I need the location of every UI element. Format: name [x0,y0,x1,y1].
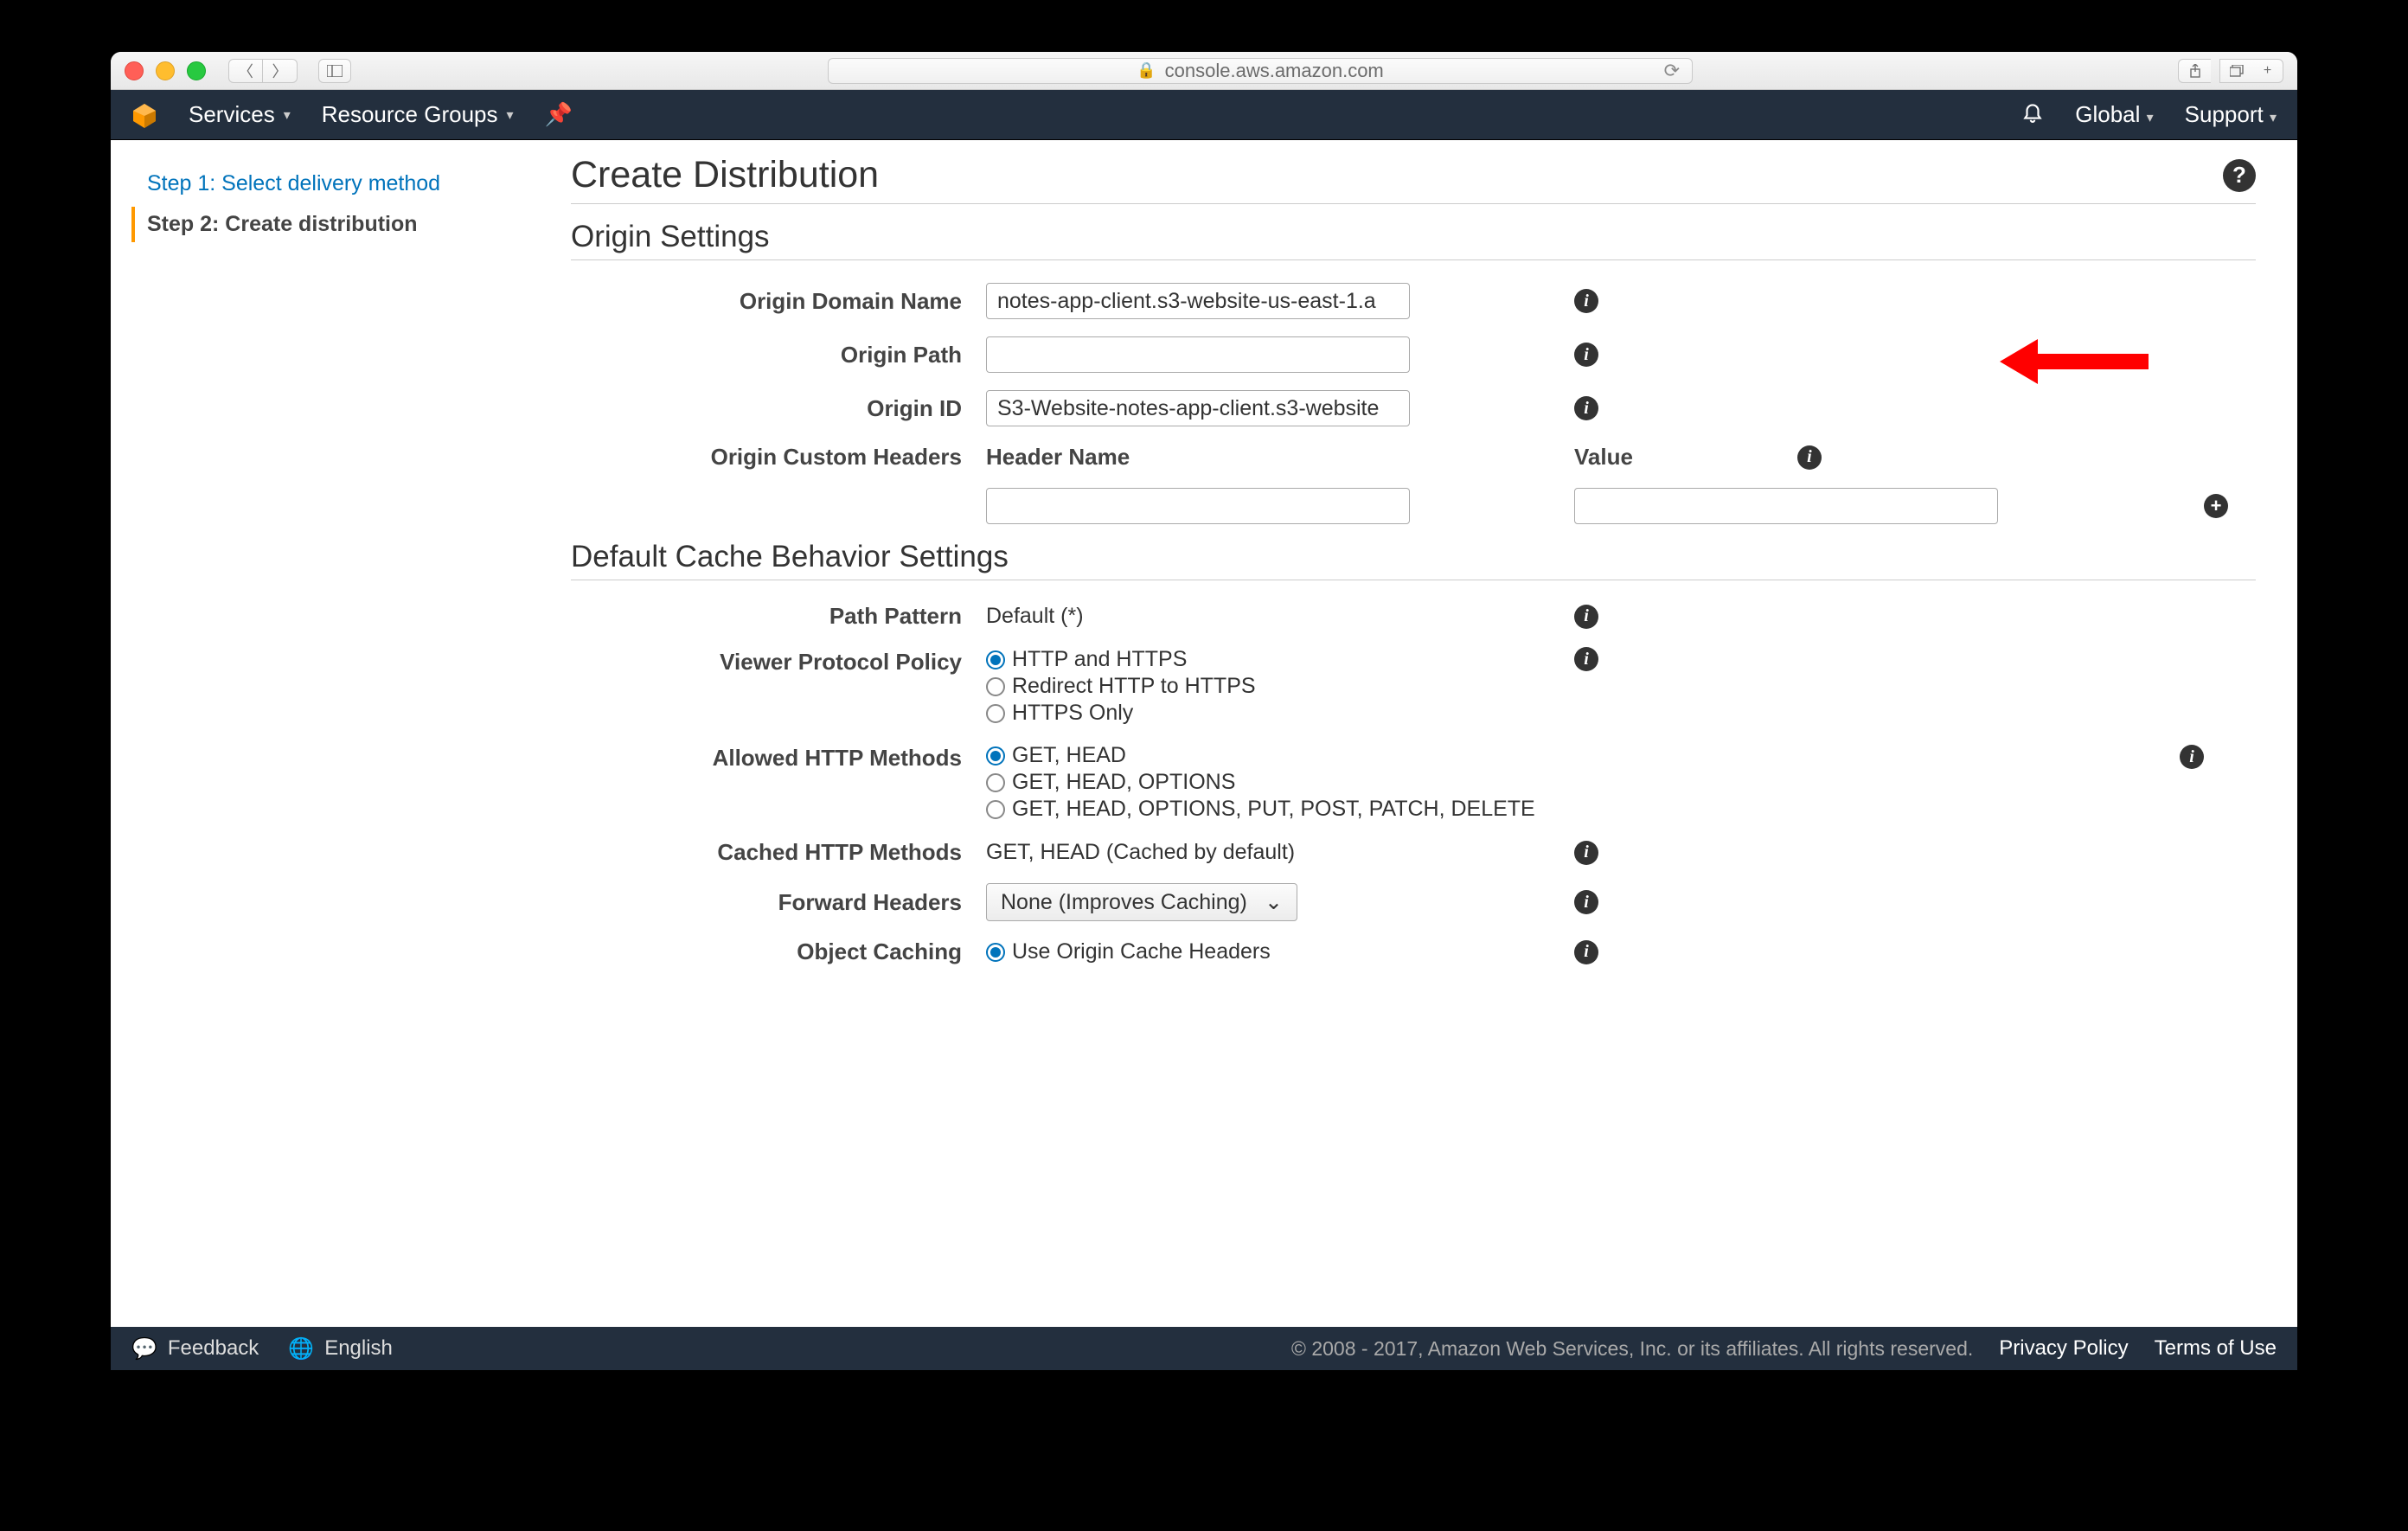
browser-titlebar: 〈 〉 🔒 console.aws.amazon.com ⟳ + [111,52,2297,90]
object-caching-group: Use Origin Cache Headers [986,939,1419,964]
forward-button[interactable]: 〉 [263,59,298,83]
cached-http-methods-value: GET, HEAD (Cached by default) [986,840,1419,865]
reload-icon[interactable]: ⟳ [1664,60,1680,82]
info-icon[interactable]: i [1574,289,1598,313]
pin-icon[interactable]: 📌 [545,101,573,128]
back-button[interactable]: 〈 [228,59,263,83]
origin-path-input[interactable] [986,336,1410,373]
page-title: Create Distribution [571,154,879,196]
radio-get-head[interactable]: GET, HEAD [986,743,1535,768]
viewer-protocol-policy-group: HTTP and HTTPS Redirect HTTP to HTTPS HT… [986,647,1419,726]
support-menu[interactable]: Support ▾ [2185,101,2277,128]
chevron-down-icon: ⌄ [1265,889,1283,915]
value-column-label: Value [1574,444,1633,471]
main-panel: Create Distribution ? Origin Settings Or… [562,140,2297,1327]
radio-get-head-options[interactable]: GET, HEAD, OPTIONS [986,770,1535,795]
maximize-window-button[interactable] [187,61,206,80]
info-icon[interactable]: i [1574,940,1598,964]
globe-icon: 🌐 [288,1336,314,1361]
custom-header-value-input[interactable] [1574,488,1998,524]
aws-top-nav: Services▾ Resource Groups▾ 📌 Global ▾ Su… [111,90,2297,140]
custom-header-name-input[interactable] [986,488,1410,524]
share-button[interactable] [2178,59,2211,83]
section-cache-behavior: Default Cache Behavior Settings [571,540,2256,580]
add-header-button[interactable]: + [2204,494,2228,518]
radio-redirect-http-to-https[interactable]: Redirect HTTP to HTTPS [986,674,1419,699]
radio-https-only[interactable]: HTTPS Only [986,701,1419,726]
info-icon[interactable]: i [1574,647,1598,671]
resource-groups-menu[interactable]: Resource Groups▾ [322,101,514,128]
aws-logo-icon[interactable] [131,102,157,128]
radio-all-methods[interactable]: GET, HEAD, OPTIONS, PUT, POST, PATCH, DE… [986,797,1535,822]
new-tab-button[interactable]: + [2252,59,2283,83]
allowed-http-methods-group: GET, HEAD GET, HEAD, OPTIONS GET, HEAD, … [986,743,2204,822]
path-pattern-label: Path Pattern [571,603,986,630]
address-bar[interactable]: 🔒 console.aws.amazon.com ⟳ [828,58,1693,84]
forward-headers-select[interactable]: None (Improves Caching)⌄ [986,883,1297,921]
close-window-button[interactable] [125,61,144,80]
path-pattern-value: Default (*) [986,604,1419,629]
tabs-button[interactable] [2219,59,2252,83]
services-menu[interactable]: Services▾ [189,101,291,128]
terms-of-use-link[interactable]: Terms of Use [2155,1336,2277,1361]
window-controls [125,61,206,80]
chevron-down-icon: ▾ [2147,111,2154,125]
url-text: console.aws.amazon.com [1165,60,1384,82]
wizard-step-1[interactable]: Step 1: Select delivery method [131,166,541,202]
browser-window: 〈 〉 🔒 console.aws.amazon.com ⟳ + [111,52,2297,1370]
lock-icon: 🔒 [1137,61,1156,80]
page-title-row: Create Distribution ? [571,154,2256,204]
allowed-http-methods-label: Allowed HTTP Methods [571,743,986,772]
annotation-arrow [2000,339,2149,384]
radio-http-and-https[interactable]: HTTP and HTTPS [986,647,1419,672]
panel-icon [327,65,343,77]
chevron-down-icon: ▾ [284,106,291,124]
section-origin-settings: Origin Settings [571,220,2256,260]
viewer-protocol-policy-label: Viewer Protocol Policy [571,647,986,676]
origin-path-label: Origin Path [571,342,986,368]
info-icon[interactable]: i [1797,445,1822,470]
origin-id-input[interactable] [986,390,1410,426]
info-icon[interactable]: i [1574,396,1598,420]
origin-custom-headers-label: Origin Custom Headers [571,444,986,471]
feedback-link[interactable]: 💬 Feedback [131,1336,259,1361]
share-icon [2189,64,2201,78]
sidebar-toggle-button[interactable] [318,59,351,83]
origin-id-label: Origin ID [571,395,986,422]
info-icon[interactable]: i [1574,605,1598,629]
radio-use-origin-cache-headers[interactable]: Use Origin Cache Headers [986,939,1419,964]
wizard-step-2[interactable]: Step 2: Create distribution [131,207,541,242]
chevron-down-icon: ▾ [2270,111,2277,125]
minimize-window-button[interactable] [156,61,175,80]
help-icon[interactable]: ? [2223,159,2256,192]
chevron-down-icon: ▾ [507,106,514,124]
aws-footer: 💬 Feedback 🌐 English © 2008 - 2017, Amaz… [111,1327,2297,1370]
info-icon[interactable]: i [2180,745,2204,769]
privacy-policy-link[interactable]: Privacy Policy [1999,1336,2128,1361]
origin-domain-name-label: Origin Domain Name [571,288,986,315]
origin-domain-name-input[interactable] [986,283,1410,319]
forward-headers-label: Forward Headers [571,889,986,916]
tabs-icon [2230,65,2244,77]
speech-bubble-icon: 💬 [131,1336,157,1361]
notifications-icon[interactable] [2021,100,2044,129]
info-icon[interactable]: i [1574,343,1598,367]
header-name-column-label: Header Name [986,444,1419,471]
copyright-text: © 2008 - 2017, Amazon Web Services, Inc.… [1291,1337,1973,1361]
wizard-sidebar: Step 1: Select delivery method Step 2: C… [111,140,562,1327]
object-caching-label: Object Caching [571,938,986,965]
info-icon[interactable]: i [1574,841,1598,865]
info-icon[interactable]: i [1574,890,1598,914]
language-selector[interactable]: 🌐 English [288,1336,393,1361]
nav-buttons: 〈 〉 [228,59,298,83]
region-menu[interactable]: Global ▾ [2075,101,2153,128]
cached-http-methods-label: Cached HTTP Methods [571,839,986,866]
